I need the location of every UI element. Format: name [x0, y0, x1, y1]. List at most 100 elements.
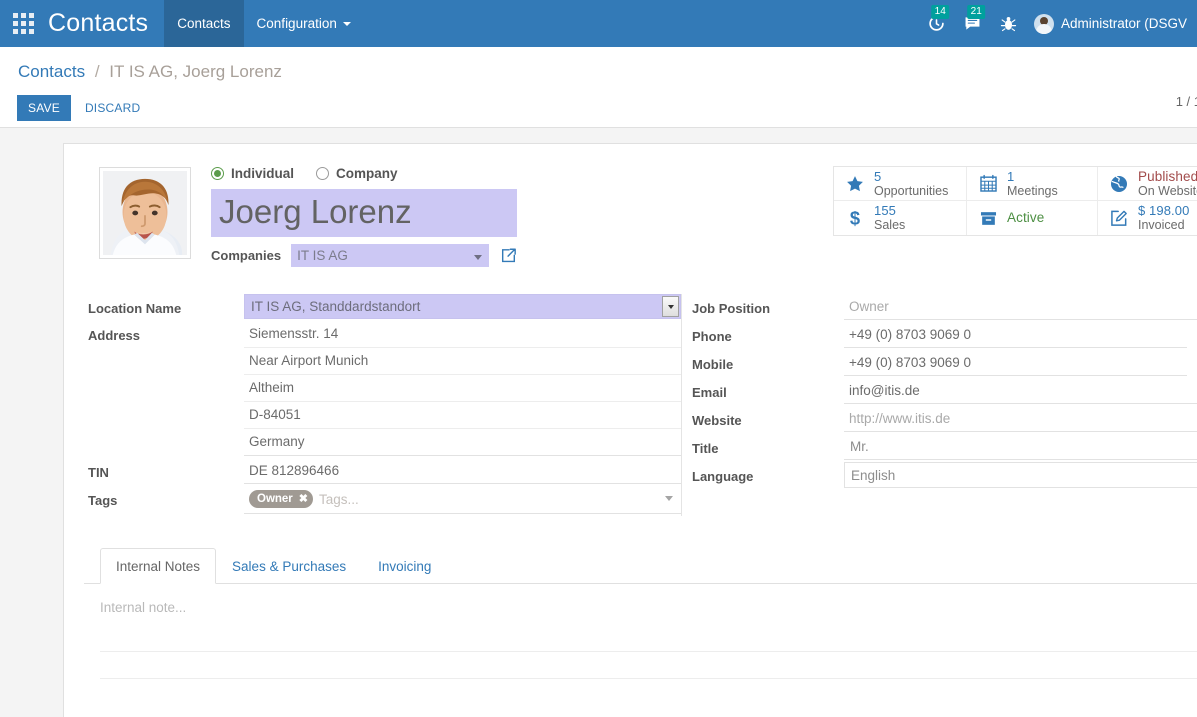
stat-text-active: Active: [1007, 211, 1044, 225]
nav-menu-contacts[interactable]: Contacts: [164, 0, 244, 47]
stat-button-active[interactable]: Active: [967, 201, 1098, 235]
archive-icon: [976, 209, 1000, 228]
internal-note-textarea[interactable]: Internal note...: [100, 600, 1197, 652]
star-icon: [843, 174, 867, 194]
field-language: Language English: [684, 462, 1197, 488]
tab-internal-notes[interactable]: Internal Notes: [100, 548, 217, 584]
stat-button-meetings[interactable]: 1 Meetings: [967, 167, 1098, 201]
breadcrumb-separator: /: [94, 62, 100, 81]
phone-value-wrap: [844, 322, 1197, 348]
stat-value-sales: 155: [874, 203, 896, 218]
email-value-wrap: [844, 378, 1197, 404]
stat-text-sales: 155 Sales: [874, 203, 906, 233]
title-value: Mr.: [850, 439, 869, 454]
radio-individual[interactable]: Individual: [211, 166, 294, 181]
external-link-icon[interactable]: [500, 247, 517, 264]
record-pager[interactable]: 1 / 1: [1176, 94, 1197, 109]
address-street-input[interactable]: Siemensstr. 14: [244, 321, 682, 348]
location-name-value-wrap: IT IS AG, Standdardstandort: [244, 294, 682, 319]
tag-owner-label: Owner: [257, 492, 293, 505]
companies-select[interactable]: IT IS AG: [291, 244, 490, 267]
bug-icon: [1000, 17, 1017, 32]
messages-count-badge: 21: [967, 5, 985, 19]
chatter-divider: [100, 678, 1197, 679]
language-label: Language: [692, 469, 754, 484]
chevron-down-icon: [342, 21, 351, 26]
form-sheet: 5 Opportunities 1 Meetings Published On …: [63, 143, 1197, 717]
location-name-label: Location Name: [88, 301, 182, 316]
breadcrumb-current: IT IS AG, Joerg Lorenz: [109, 62, 282, 81]
contact-name-input[interactable]: [211, 189, 517, 237]
stat-button-invoiced[interactable]: $ 198.00 Invoiced: [1098, 201, 1197, 235]
tin-input[interactable]: [244, 458, 682, 484]
chevron-down-icon: [474, 255, 483, 260]
radio-company[interactable]: Company: [316, 166, 398, 181]
chevron-down-icon: [665, 496, 674, 501]
field-address: Address Siemensstr. 14 Near Airport Muni…: [84, 321, 682, 456]
language-select[interactable]: English: [844, 462, 1197, 488]
field-mobile: Mobile: [684, 350, 1197, 376]
email-field[interactable]: [844, 378, 1197, 404]
app-brand-title[interactable]: Contacts: [46, 0, 164, 47]
radio-individual-label: Individual: [231, 166, 295, 181]
field-tags: Tags Owner ✖ Tags...: [84, 486, 682, 514]
breadcrumb-root-link[interactable]: Contacts: [18, 62, 85, 81]
email-label: Email: [692, 385, 727, 400]
companies-row: Companies IT IS AG: [211, 244, 517, 267]
tab-invoicing[interactable]: Invoicing: [362, 548, 447, 584]
control-panel-buttons: SAVE DISCARD: [0, 83, 1197, 121]
discard-button[interactable]: DISCARD: [85, 101, 140, 115]
activity-menu-button[interactable]: 14: [919, 0, 954, 47]
title-select[interactable]: Mr.: [844, 434, 1197, 460]
stat-value-meetings: 1: [1007, 168, 1015, 184]
identity-fields: Individual Company Companies IT IS AG: [211, 160, 517, 267]
stat-button-opportunities[interactable]: 5 Opportunities: [834, 167, 967, 201]
svg-text:$: $: [850, 208, 860, 229]
contact-photo-frame[interactable]: [99, 167, 191, 259]
website-input[interactable]: [844, 406, 1197, 432]
companies-label: Companies: [211, 248, 282, 263]
page-body: 5 Opportunities 1 Meetings Published On …: [0, 128, 1197, 717]
mobile-input[interactable]: [844, 350, 1187, 376]
stat-label-website: On Website: [1138, 183, 1197, 198]
address-country-input[interactable]: Germany: [244, 429, 682, 456]
stat-value-opportunities: 5: [874, 168, 882, 184]
address-label: Address: [88, 328, 141, 343]
tags-input[interactable]: Owner ✖ Tags...: [244, 486, 682, 514]
field-phone: Phone: [684, 322, 1197, 348]
job-position-value-wrap: [844, 294, 1197, 320]
stat-label-sales: Sales: [874, 218, 906, 232]
tags-placeholder: Tags...: [319, 491, 359, 507]
user-menu-button[interactable]: Administrator (DSGV: [1026, 13, 1197, 34]
notebook-pane-internal-notes: Internal note...: [84, 584, 1197, 652]
globe-icon: [1107, 174, 1131, 194]
tags-label: Tags: [88, 493, 118, 508]
apps-menu-button[interactable]: [0, 0, 46, 47]
address-zip-input[interactable]: D-84051: [244, 402, 682, 429]
form-column-left: Location Name IT IS AG, Standdardstandor…: [84, 294, 682, 516]
apps-grid-icon: [12, 13, 34, 34]
address-lines: Siemensstr. 14 Near Airport Munich Althe…: [244, 321, 682, 456]
save-button[interactable]: SAVE: [17, 95, 71, 121]
phone-input[interactable]: [844, 322, 1187, 348]
tab-sales-purchases[interactable]: Sales & Purchases: [216, 548, 362, 584]
address-city-input[interactable]: Altheim: [244, 375, 682, 402]
location-name-select[interactable]: IT IS AG, Standdardstandort: [244, 294, 682, 319]
stat-text-opportunities: 5 Opportunities: [874, 168, 948, 198]
stat-value-active: Active: [1007, 210, 1045, 225]
field-job-position: Job Position: [684, 294, 1197, 320]
messaging-menu-button[interactable]: 21: [954, 0, 991, 47]
website-value-wrap: [844, 406, 1197, 432]
developer-tools-button[interactable]: [991, 0, 1026, 47]
tag-remove-icon[interactable]: ✖: [299, 492, 308, 505]
title-value-wrap: Mr.: [844, 434, 1197, 460]
tag-owner[interactable]: Owner ✖: [249, 490, 314, 508]
job-position-input[interactable]: [844, 294, 1197, 320]
notebook: Internal Notes Sales & Purchases Invoici…: [82, 548, 1197, 679]
stat-button-sales[interactable]: $ 155 Sales: [834, 201, 967, 235]
stat-text-meetings: 1 Meetings: [1007, 168, 1058, 198]
stat-button-website[interactable]: Published On Website: [1098, 167, 1197, 201]
address-street2-input[interactable]: Near Airport Munich: [244, 348, 682, 375]
stat-label-meetings: Meetings: [1007, 183, 1058, 198]
nav-menu-configuration[interactable]: Configuration: [244, 0, 364, 47]
